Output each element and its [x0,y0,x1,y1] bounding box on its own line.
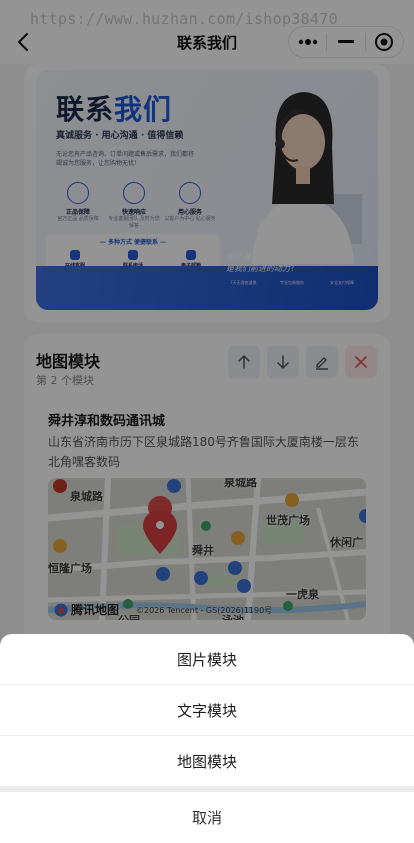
cancel-button[interactable]: 取消 [0,792,414,843]
action-text-module[interactable]: 文字模块 [0,685,414,735]
action-sheet: 图片模块 文字模块 地图模块 取消 [0,634,414,843]
action-map-module[interactable]: 地图模块 [0,736,414,786]
action-image-module[interactable]: 图片模块 [0,634,414,684]
